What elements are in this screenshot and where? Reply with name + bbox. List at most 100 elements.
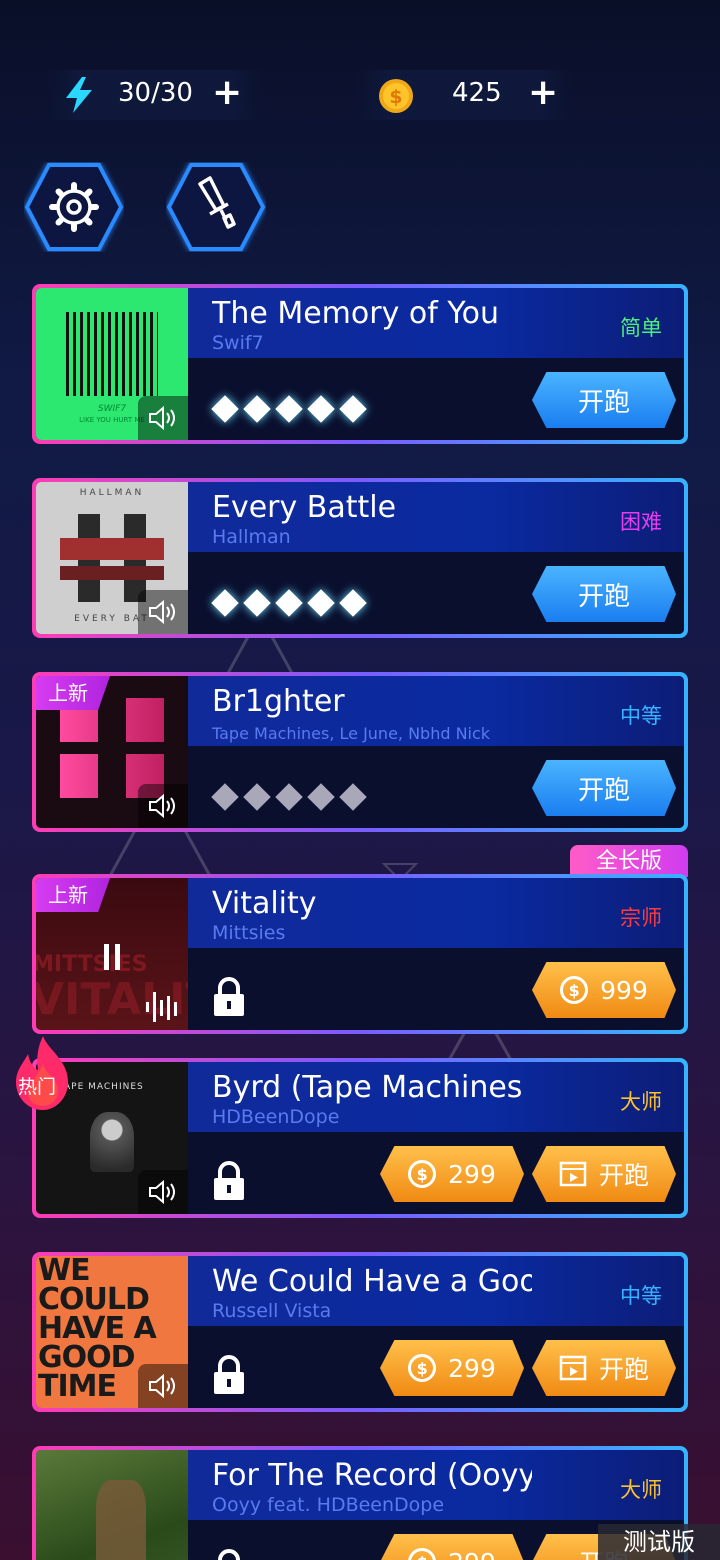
coin-icon: $ [408,1160,437,1188]
buy-button[interactable]: $ 999 [532,962,676,1018]
song-card[interactable]: APE MACHINES Byrd (Tape Machines R HDBee… [32,1058,688,1218]
star-rating [211,589,367,617]
price-value: 299 [448,1353,496,1383]
song-artist: Hallman [212,526,291,548]
song-card[interactable]: HALLMAN EVERY BAT Every Battle Hallman 困… [32,478,688,638]
speaker-icon [149,599,175,625]
cover-text: WE [38,1256,91,1288]
pause-icon[interactable] [102,944,122,970]
lock-icon [214,1355,244,1394]
rating-diamond [339,783,367,811]
coin-icon: $ [560,976,589,1004]
play-label: 开跑 [598,1355,649,1384]
test-version-watermark: 测试版 [598,1524,720,1560]
price-value: 999 [600,975,648,1005]
cover-text: HALLMAN [79,488,145,498]
song-title: For The Record (Ooyy I [212,1458,532,1493]
add-coins-button[interactable]: + [528,72,558,113]
watch-ad-play-button[interactable]: 开跑 [532,1340,676,1396]
song-title-bar: For The Record (Ooyy I Ooyy feat. HDBeen… [188,1450,684,1520]
rating-diamond [339,395,367,423]
song-artist: Russell Vista [212,1300,332,1322]
album-cover: 上新 [36,676,188,828]
song-title-bar: The Memory of You Swif7 简单 [188,288,684,358]
play-label: 开跑 [598,1161,649,1190]
rating-diamond [275,783,303,811]
watch-ad-play-button[interactable]: 开跑 [532,1146,676,1202]
song-title: Every Battle [212,490,397,525]
rating-diamond [275,395,303,423]
song-card[interactable]: MITTSIES VITALITY 上新 Vitality Mittsies 宗… [32,874,688,1034]
song-title-bar: We Could Have a Good Russell Vista 中等 [188,1256,684,1326]
buy-button[interactable]: $ 299 [380,1340,524,1396]
cover-text: HAVE A [38,1311,157,1346]
song-card[interactable]: SWIF7 LIKE YOU HURT ME The Memory of You… [32,284,688,444]
price-value: 299 [448,1548,496,1560]
full-version-tag: 全长版 [570,845,688,877]
lock-icon [214,1161,244,1200]
add-energy-button[interactable]: + [212,72,242,113]
hot-badge: 热门 [10,1034,76,1112]
song-title-bar: Byrd (Tape Machines R HDBeenDope 大师 [188,1062,684,1132]
energy-display: 30/30 + [46,70,262,120]
play-button[interactable]: 开跑 [532,760,676,816]
energy-value: 30/30 [118,78,193,108]
song-artist: HDBeenDope [212,1106,340,1128]
preview-button[interactable] [138,396,188,440]
difficulty-label: 困难 [620,510,662,534]
new-tag: 上新 [36,676,110,710]
buy-button[interactable]: $ 299 [380,1534,524,1560]
cover-text: COULD [38,1282,150,1317]
difficulty-label: 大师 [620,1090,662,1114]
song-title: Vitality [212,886,317,921]
song-title-bar: Br1ghter Tape Machines, Le June, Nbhd Ni… [188,676,684,746]
play-button[interactable]: 开跑 [532,372,676,428]
preview-button[interactable] [138,590,188,634]
song-artist: Swif7 [212,332,264,354]
song-card[interactable]: 上新 Br1ghter Tape Machines, Le June, Nbhd… [32,672,688,832]
song-title: Byrd (Tape Machines R [212,1070,532,1105]
rating-diamond [339,589,367,617]
new-tag: 上新 [36,878,110,912]
album-cover: SWIF7 LIKE YOU HURT ME [36,288,188,440]
song-title: Br1ghter [212,684,345,719]
equipment-button[interactable] [166,162,266,252]
play-button[interactable]: 开跑 [532,566,676,622]
speaker-icon [149,793,175,819]
difficulty-label: 宗师 [620,906,662,930]
settings-button[interactable] [24,162,124,252]
speaker-icon [149,1373,175,1399]
song-artist: Tape Machines, Le June, Nbhd Nick [212,724,491,743]
preview-button[interactable] [138,784,188,828]
buy-button[interactable]: $ 299 [380,1146,524,1202]
preview-button[interactable] [138,1364,188,1408]
song-title: The Memory of You [212,296,500,331]
speaker-icon [149,405,175,431]
album-cover [36,1450,188,1560]
audio-wave-icon [146,992,177,1022]
rating-diamond [307,589,335,617]
song-title-bar: Every Battle Hallman 困难 [188,482,684,552]
rating-diamond [307,783,335,811]
rating-diamond [211,783,239,811]
difficulty-label: 中等 [620,1284,662,1308]
coin-icon: $ [408,1548,437,1560]
star-rating [211,395,367,423]
coin-icon: $ [408,1354,437,1382]
difficulty-label: 中等 [620,704,662,728]
rating-diamond [243,395,271,423]
hot-label: 热门 [18,1076,57,1098]
song-card[interactable]: WE COULD HAVE A GOOD TIME We Could Have … [32,1252,688,1412]
album-cover: MITTSIES VITALITY 上新 [36,878,188,1030]
song-card[interactable]: For The Record (Ooyy I Ooyy feat. HDBeen… [32,1446,688,1560]
video-icon [559,1355,587,1381]
coins-value: 425 [452,78,502,108]
video-icon [559,1161,587,1187]
speaker-icon [149,1179,175,1205]
svg-text:$: $ [389,86,402,108]
rating-diamond [275,589,303,617]
song-title: We Could Have a Good [212,1264,532,1299]
preview-button[interactable] [138,1170,188,1214]
lightning-icon [66,77,92,113]
song-artist: Mittsies [212,922,286,944]
